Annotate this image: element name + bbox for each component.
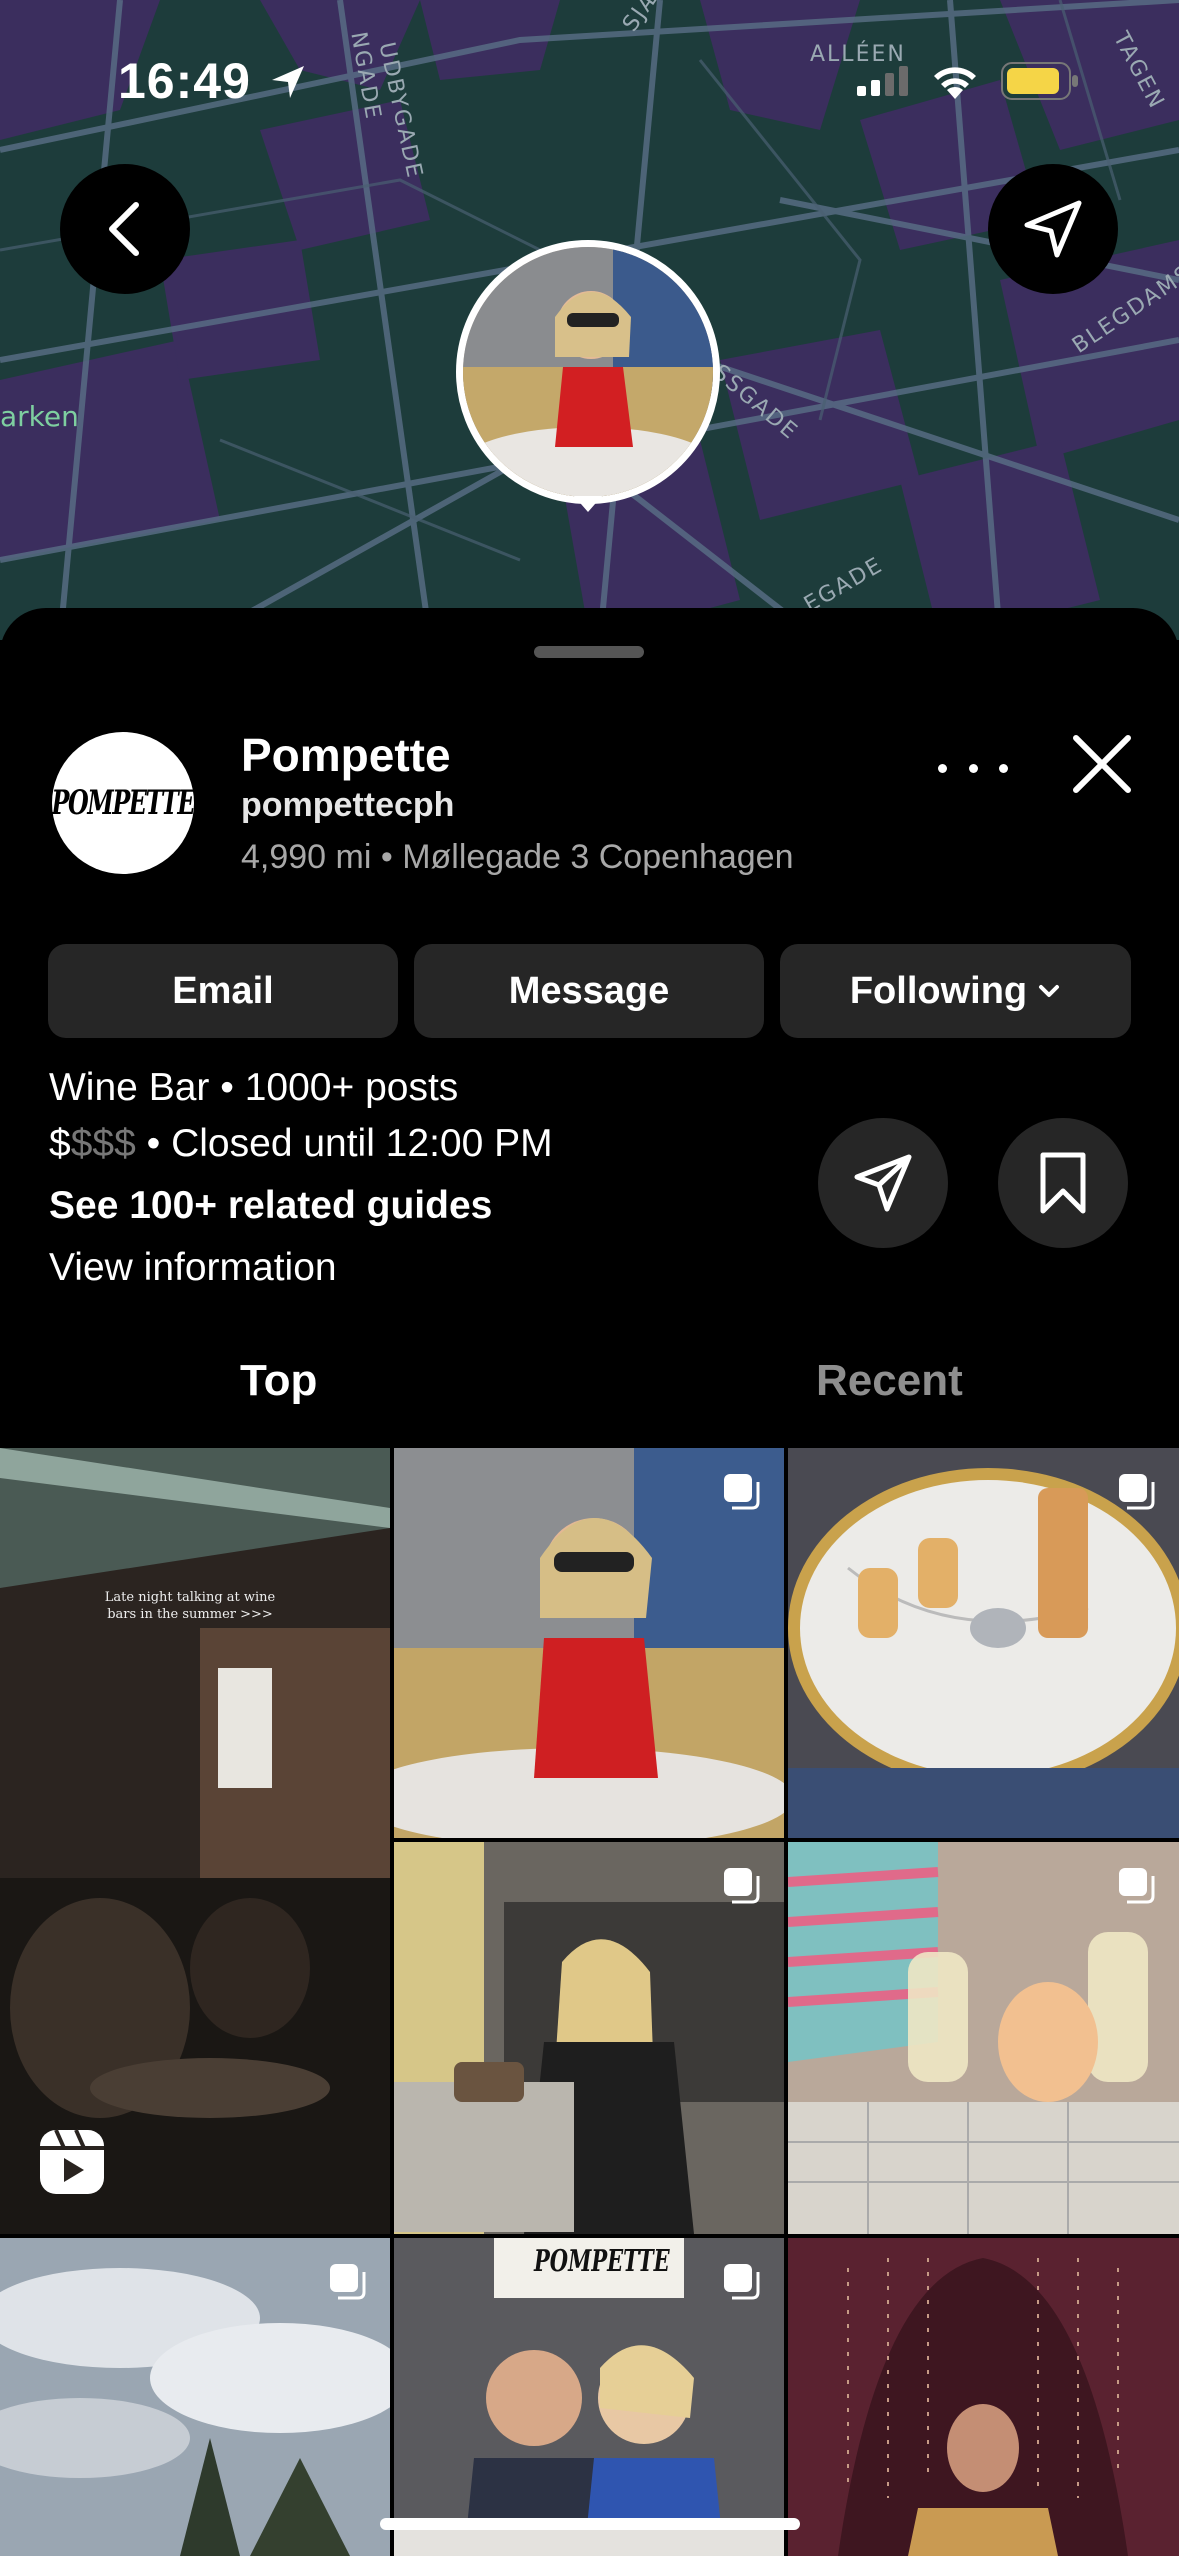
price-hours: $$$$ • Closed until 12:00 PM: [49, 1122, 553, 1166]
wifi-icon: [934, 67, 976, 99]
reels-icon: [40, 2129, 104, 2194]
post-thumbnail[interactable]: [788, 1448, 1179, 1838]
following-button[interactable]: Following: [780, 944, 1131, 1038]
place-avatar[interactable]: POMPETTE: [51, 732, 196, 874]
bookmark-icon: [1040, 1152, 1086, 1214]
chevron-down-icon: [1039, 985, 1060, 997]
more-options-button[interactable]: [938, 748, 1008, 788]
share-button[interactable]: [818, 1118, 948, 1248]
reel-caption: Late night talking at wine bars in the s…: [104, 1590, 276, 1622]
email-button[interactable]: Email: [48, 944, 398, 1038]
dot: [938, 763, 947, 773]
battery-icon: [1001, 62, 1078, 100]
multiple-posts-icon: [1119, 1868, 1155, 1904]
location-arrow-icon: [272, 66, 304, 98]
chevron-left-icon: [109, 202, 139, 256]
reel-photo: [0, 1448, 390, 2234]
multiple-posts-icon: [330, 2264, 366, 2300]
post-thumbnail[interactable]: POMPETTE: [394, 2238, 784, 2556]
location-pin-thumbnail[interactable]: [456, 240, 720, 504]
multiple-posts-icon: [1119, 1474, 1155, 1510]
price-level-empty: $$$: [70, 1122, 136, 1165]
directions-button[interactable]: [988, 164, 1118, 294]
place-distance-address: 4,990 mi • Møllegade 3 Copenhagen: [241, 838, 794, 876]
navigation-arrow-icon: [1024, 200, 1082, 258]
category-posts: Wine Bar • 1000+ posts: [49, 1066, 459, 1109]
multiple-posts-icon: [724, 1868, 760, 1904]
post-thumbnail[interactable]: [788, 1842, 1179, 2234]
view-information-link[interactable]: View information: [49, 1246, 337, 1290]
map-label: arken: [0, 400, 79, 433]
multiple-posts-icon: [724, 1474, 760, 1510]
save-button[interactable]: [998, 1118, 1128, 1248]
post-thumbnail[interactable]: [0, 2238, 390, 2556]
place-username[interactable]: pompettecph: [241, 786, 454, 825]
price-level-filled: $: [49, 1122, 71, 1165]
pin-photo: [463, 247, 713, 497]
close-icon[interactable]: [1066, 728, 1138, 800]
pin-pointer: [574, 496, 602, 512]
post-reel[interactable]: Late night talking at wine bars in the s…: [0, 1448, 390, 2234]
post-thumbnail[interactable]: [788, 2238, 1179, 2556]
signal-icon: [857, 66, 908, 96]
related-guides-link[interactable]: See 100+ related guides: [49, 1184, 492, 1228]
following-label: Following: [849, 969, 1028, 1012]
avatar-logo-text: POMPETTE: [51, 783, 196, 823]
posts-grid: Late night talking at wine bars in the s…: [0, 1448, 1179, 2556]
hours-status: • Closed until 12:00 PM: [135, 1122, 553, 1165]
status-icons: [857, 62, 1079, 100]
sheet-handle[interactable]: [534, 646, 644, 658]
post-thumbnail[interactable]: [394, 1448, 784, 1838]
place-name: Pompette: [241, 729, 451, 781]
sign-text: POMPETTE: [534, 2244, 670, 2279]
tab-top[interactable]: Top: [240, 1356, 317, 1406]
post-thumbnail[interactable]: [394, 1842, 784, 2234]
dot: [999, 763, 1008, 773]
status-time: 16:49: [118, 53, 251, 109]
back-button[interactable]: [60, 164, 190, 294]
post-photo: [788, 2238, 1179, 2556]
dot: [968, 763, 978, 773]
send-icon: [854, 1154, 912, 1212]
home-indicator[interactable]: [380, 2518, 800, 2530]
message-button[interactable]: Message: [414, 944, 764, 1038]
tab-recent[interactable]: Recent: [816, 1356, 963, 1406]
multiple-posts-icon: [724, 2264, 760, 2300]
